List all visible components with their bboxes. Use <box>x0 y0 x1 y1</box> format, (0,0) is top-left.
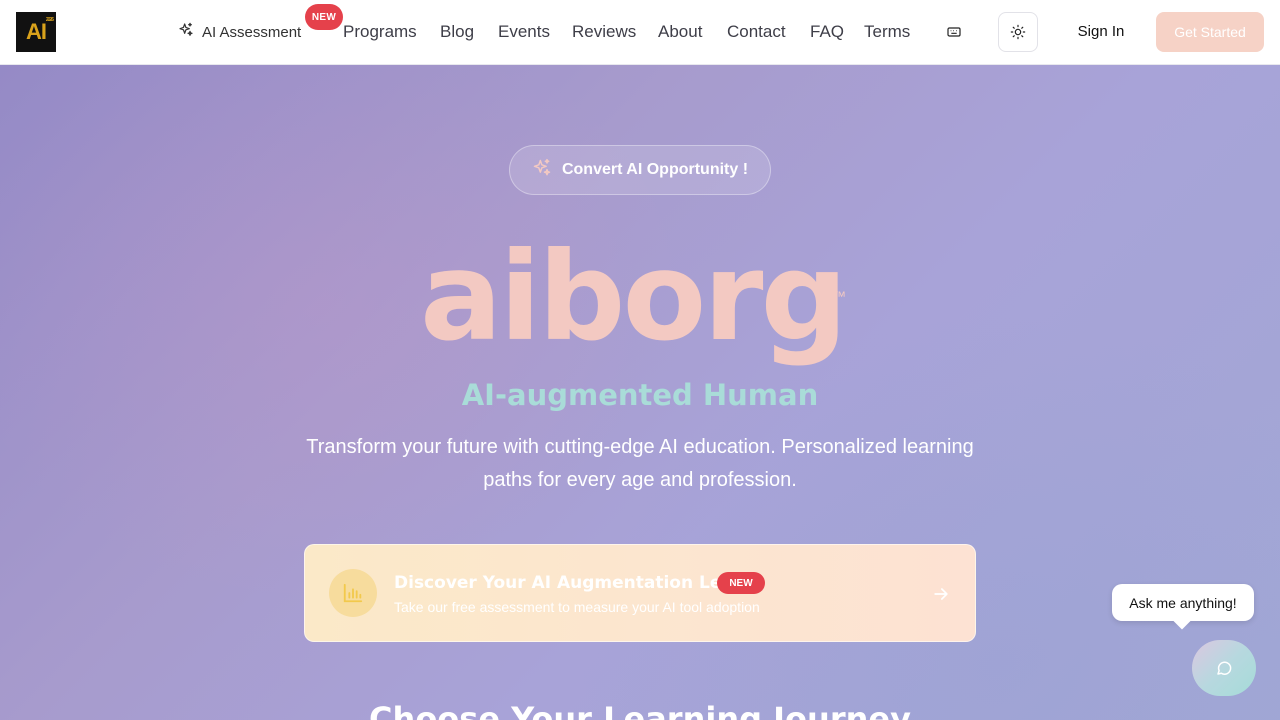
keyboard-shortcuts-button[interactable] <box>942 20 966 44</box>
nav-reviews[interactable]: Reviews <box>572 20 636 44</box>
nav-about[interactable]: About <box>658 20 702 44</box>
sign-in-button[interactable]: Sign In <box>1062 20 1140 44</box>
new-badge: NEW <box>305 4 343 30</box>
chat-icon <box>1217 661 1232 675</box>
nav-programs[interactable]: Programs <box>343 20 417 44</box>
nav-faq[interactable]: FAQ <box>810 20 844 44</box>
nav-ai-assessment-label: AI Assessment <box>202 23 302 41</box>
theme-toggle-button[interactable] <box>998 12 1038 52</box>
logo-small-text: 2026 <box>45 17 54 23</box>
nav-ai-assessment[interactable]: AI Assessment <box>178 20 301 44</box>
convert-ai-pill[interactable]: Convert AI Opportunity ! <box>509 145 771 195</box>
sparkles-icon <box>178 22 194 42</box>
assessment-card[interactable]: Discover Your AI Augmentation Level NEW … <box>304 544 976 642</box>
nav-blog[interactable]: Blog <box>440 20 474 44</box>
section-title: Choose Your Learning Journey <box>369 700 911 720</box>
trademark-symbol: ™ <box>832 288 846 304</box>
hero-description: Transform your future with cutting-edge … <box>306 436 974 491</box>
site-logo[interactable]: AI 2026 <box>16 12 56 52</box>
hero-tagline: AI-augmented Human <box>461 378 819 412</box>
get-started-button[interactable]: Get Started <box>1156 12 1264 52</box>
sun-icon <box>1010 24 1026 40</box>
assessment-card-title: Discover Your AI Augmentation Level <box>394 573 750 593</box>
assessment-icon-circle <box>329 569 377 617</box>
brand-wordmark: aiborg <box>420 226 848 368</box>
arrow-right-icon <box>934 588 948 600</box>
sparkles-icon <box>532 158 552 183</box>
assessment-card-subtitle: Take our free assessment to measure your… <box>394 599 760 615</box>
nav-contact[interactable]: Contact <box>727 20 786 44</box>
nav-events[interactable]: Events <box>498 20 550 44</box>
keyboard-icon <box>947 27 961 37</box>
chat-open-button[interactable] <box>1192 640 1256 696</box>
bar-chart-icon <box>343 583 363 603</box>
convert-ai-pill-label: Convert AI Opportunity ! <box>561 161 749 178</box>
logo-text: AI <box>26 19 47 44</box>
assessment-new-badge: NEW <box>717 572 765 594</box>
top-navbar: AI 2026 AI Assessment NEW Programs Blog … <box>0 0 1280 65</box>
chat-prompt-bubble[interactable]: Ask me anything! <box>1112 584 1254 621</box>
nav-terms[interactable]: Terms <box>864 20 910 44</box>
